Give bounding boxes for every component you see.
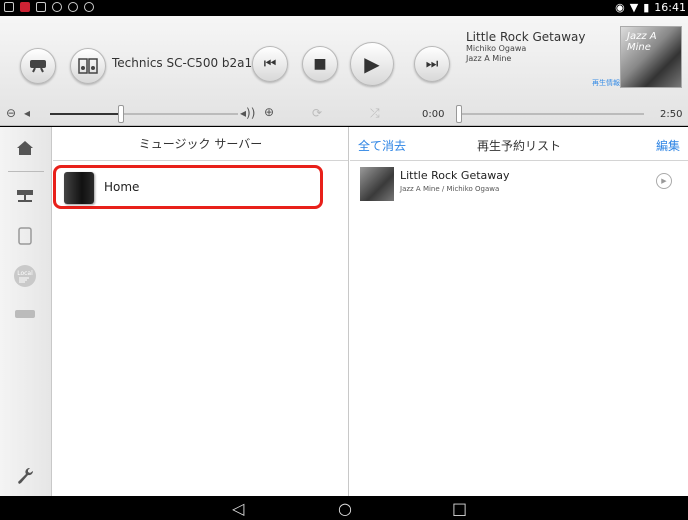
- status-icons-left: [4, 2, 94, 12]
- volume-slider-track[interactable]: [120, 113, 238, 115]
- volume-down-icon[interactable]: ⊖: [6, 106, 16, 120]
- music-server-title: ミュージック サーバー: [53, 127, 348, 161]
- nav-bar: ◁ ○ □: [0, 496, 688, 520]
- home-nav-icon[interactable]: ○: [338, 499, 352, 518]
- wrench-icon[interactable]: [12, 463, 38, 489]
- wifi-icon: ▼: [629, 1, 639, 14]
- device-icon[interactable]: [12, 223, 38, 249]
- panasonic-icon: [52, 2, 62, 12]
- status-icons-right: ◉ ▼ ▮ 16:41: [615, 1, 686, 14]
- back-icon[interactable]: ◁: [232, 499, 244, 518]
- volume-speaker-icon: ◂)): [240, 106, 256, 120]
- input-icon[interactable]: [12, 301, 38, 327]
- previous-button[interactable]: ⏮: [252, 46, 288, 82]
- home-icon[interactable]: [12, 135, 38, 161]
- player-bar: Technics SC-C500 b2a176 ⏮ ■ ▶ ⏭ Little R…: [0, 16, 688, 126]
- music-server-panel: ミュージック サーバー Home: [53, 127, 349, 496]
- recents-icon[interactable]: □: [452, 499, 467, 518]
- queue-item-title: Little Rock Getaway: [400, 169, 510, 182]
- server-item-home[interactable]: Home: [53, 165, 323, 209]
- shuffle-icon[interactable]: ⤮: [370, 106, 380, 121]
- skip-back-icon: ⏮: [263, 56, 277, 72]
- progress-track[interactable]: [462, 113, 644, 115]
- track-album: Jazz A Mine: [466, 54, 512, 63]
- repeat-icon[interactable]: ⟳: [312, 106, 322, 120]
- nas-icon: [64, 172, 94, 204]
- panasonic-icon: [68, 2, 78, 12]
- volume-up-icon[interactable]: ⊕: [264, 105, 274, 119]
- play-icon: ▶: [364, 52, 380, 76]
- volume-progress-row: ⊖ ◂ ◂)) ⊕ ⟳ ⤮ 0:00 2:50: [0, 102, 688, 126]
- local-icon[interactable]: Local: [12, 263, 38, 289]
- playlist-panel: 全て消去 再生予約リスト 編集 Little Rock Getaway Jazz…: [350, 127, 688, 496]
- status-bar: ◉ ▼ ▮ 16:41: [0, 0, 688, 16]
- track-title: Little Rock Getaway: [466, 30, 586, 44]
- main-content: Local ミュージック サーバー Home 全て消去 再生予約リスト 編集 L…: [0, 127, 688, 496]
- queue-item[interactable]: Little Rock Getaway Jazz A Mine / Michik…: [350, 163, 688, 207]
- settings-icon: [84, 2, 94, 12]
- now-playing-info: Little Rock Getaway Michiko Ogawa Jazz A…: [466, 30, 606, 64]
- server-item-label: Home: [104, 180, 140, 194]
- stereo-icon: [78, 58, 98, 74]
- track-artist: Michiko Ogawa: [466, 44, 527, 53]
- speaker-select-button[interactable]: [20, 48, 56, 84]
- duration-time: 2:50: [660, 109, 683, 120]
- album-cover[interactable]: Jazz A Mine: [620, 26, 682, 88]
- track-info-link[interactable]: 再生情報: [592, 78, 620, 88]
- volume-slider-fill: [50, 113, 120, 115]
- volume-slider-thumb[interactable]: [118, 105, 124, 123]
- server-icon[interactable]: [12, 183, 38, 209]
- clock: 16:41: [654, 1, 686, 14]
- play-button[interactable]: ▶: [350, 42, 394, 86]
- queue-item-subtitle: Jazz A Mine / Michiko Ogawa: [400, 185, 500, 193]
- speaker-small-icon: ◂: [24, 106, 31, 120]
- queue-item-thumbnail: [360, 167, 394, 201]
- stop-button[interactable]: ■: [302, 46, 338, 82]
- stop-icon: ■: [313, 56, 327, 72]
- device-name: Technics SC-C500 b2a176: [112, 56, 268, 70]
- edit-button[interactable]: 編集: [656, 137, 680, 154]
- device-button[interactable]: [70, 48, 106, 84]
- cover-text: Jazz A Mine: [627, 31, 657, 53]
- queue-play-icon[interactable]: ▶: [656, 173, 672, 189]
- app-icon: [20, 2, 30, 12]
- speaker-icon: [30, 60, 46, 73]
- playlist-header: 全て消去 再生予約リスト 編集: [350, 127, 688, 161]
- local-label: Local: [17, 270, 33, 277]
- position-time: 0:00: [422, 109, 445, 120]
- rail-divider: [8, 171, 44, 172]
- data-icon: ◉: [615, 1, 625, 14]
- playlist-title: 再生予約リスト: [476, 139, 561, 153]
- sim-icon: [36, 2, 46, 12]
- notification-icon: [4, 2, 14, 12]
- battery-icon: ▮: [643, 1, 650, 14]
- sidebar-rail: Local: [0, 127, 52, 496]
- skip-forward-icon: ⏭: [425, 56, 439, 72]
- next-button[interactable]: ⏭: [414, 46, 450, 82]
